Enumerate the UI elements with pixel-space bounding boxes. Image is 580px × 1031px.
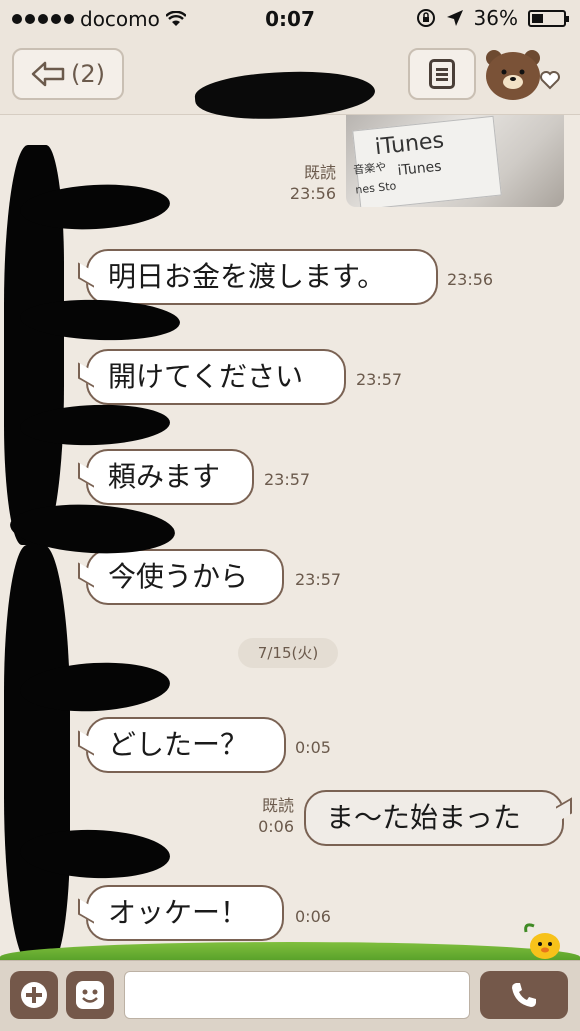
message-bubble[interactable]: 開けてください <box>86 349 346 405</box>
emoji-button[interactable] <box>66 971 114 1019</box>
message-time: 0:05 <box>295 738 331 757</box>
chat-header: (2) <box>0 38 580 125</box>
message-time: 23:56 <box>447 270 494 289</box>
read-label: 既読 <box>303 163 336 182</box>
emoji-icon <box>76 981 104 1009</box>
image-text-store: nes Sto <box>354 179 397 197</box>
back-button[interactable]: (2) <box>12 48 124 100</box>
status-right: 36% <box>416 6 569 30</box>
message-time: 0:06 <box>258 817 294 836</box>
status-bar: docomo 0:07 36% <box>0 0 580 38</box>
message-bubble[interactable]: 頼みます <box>86 449 254 505</box>
lock-rotation-icon <box>416 9 435 27</box>
message-time: 23:56 <box>289 184 336 203</box>
itunes-card-image: iTunes iTunes 音楽や nes Sto <box>352 115 502 207</box>
image-text-music: 音楽や <box>352 160 387 177</box>
call-button[interactable] <box>480 971 568 1019</box>
input-bar <box>0 960 580 1031</box>
date-separator: 7/15(火) <box>238 638 338 668</box>
heart-icon <box>540 71 560 90</box>
menu-button[interactable] <box>408 48 476 100</box>
message-bubble[interactable]: 明日お金を渡します。 <box>86 249 438 305</box>
location-arrow-icon <box>446 10 463 26</box>
back-arrow-icon <box>31 61 65 87</box>
redaction-mark <box>4 545 70 960</box>
message-bubble-outgoing[interactable]: ま〜た始まった <box>304 790 564 846</box>
message-input[interactable] <box>124 971 470 1019</box>
outgoing-read-meta: 既読 0:06 <box>240 795 294 837</box>
message-bubble[interactable]: オッケー！ <box>86 885 284 941</box>
message-time: 23:57 <box>295 570 342 589</box>
chat-area[interactable]: iTunes iTunes 音楽や nes Sto 既読 23:56 明日お金を… <box>0 115 580 960</box>
plus-button[interactable] <box>10 971 58 1019</box>
bear-avatar-icon[interactable] <box>482 46 568 102</box>
message-bubble[interactable]: どしたー？ <box>86 717 286 773</box>
phone-icon <box>512 983 536 1007</box>
message-time: 23:57 <box>356 370 403 389</box>
image-read-meta: 既読 23:56 <box>282 162 336 204</box>
image-text-itunes-small: iTunes <box>396 158 443 180</box>
chick-mascot-icon <box>524 923 560 959</box>
read-label: 既読 <box>261 796 294 815</box>
battery-icon <box>528 9 569 27</box>
message-bubble[interactable]: 今使うから <box>86 549 284 605</box>
menu-icon <box>429 59 455 89</box>
sent-image-message[interactable]: iTunes iTunes 音楽や nes Sto <box>346 115 564 207</box>
plus-icon <box>21 982 47 1008</box>
battery-percent: 36% <box>473 6 518 30</box>
unread-count: (2) <box>71 60 105 88</box>
message-time: 23:57 <box>264 470 311 489</box>
message-time: 0:06 <box>295 907 331 926</box>
image-text-itunes-large: iTunes <box>373 128 446 161</box>
